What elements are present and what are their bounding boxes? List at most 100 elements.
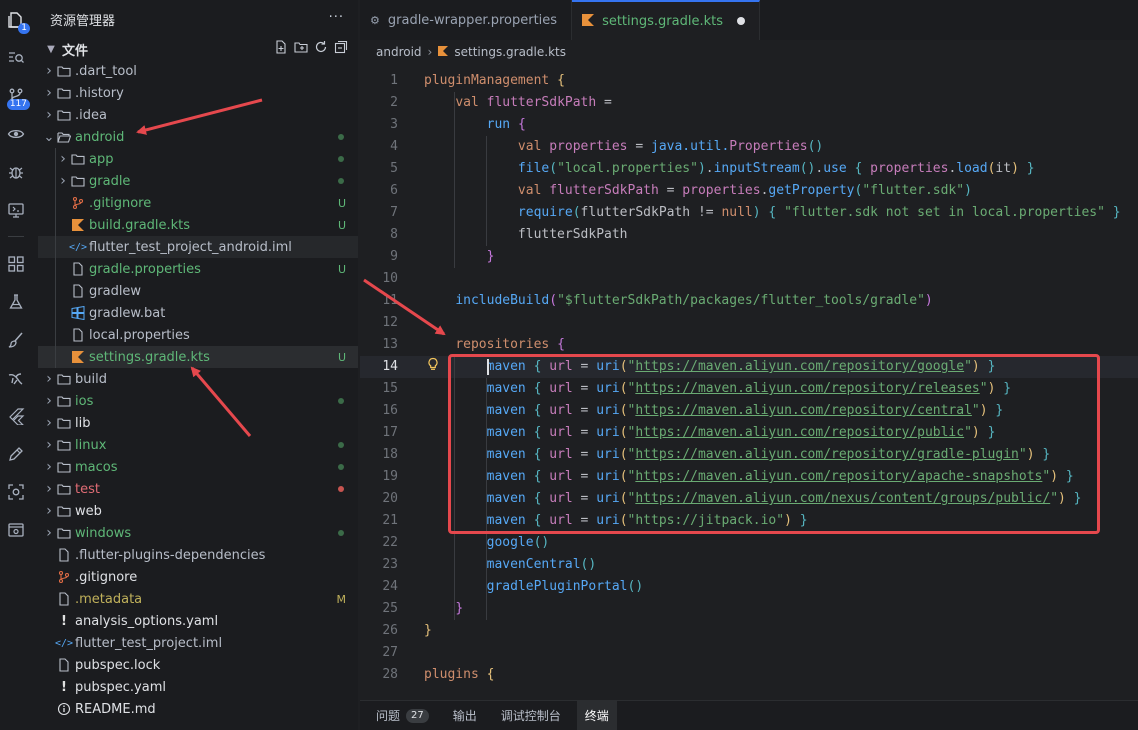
code-line[interactable]: 4 val properties = java.util.Properties(… <box>360 136 1138 158</box>
eye-icon[interactable] <box>0 118 32 150</box>
debug-icon[interactable] <box>0 156 32 188</box>
testing-icon[interactable] <box>0 286 32 318</box>
tree-folder-android[interactable]: ⌄ android <box>38 126 358 148</box>
new-file-icon[interactable] <box>274 40 288 54</box>
preview-icon[interactable] <box>0 514 32 546</box>
code-line[interactable]: 22 google() <box>360 532 1138 554</box>
source-control-icon[interactable]: 117 <box>0 80 32 112</box>
tree-file-gradlew[interactable]: gradlew <box>38 280 358 302</box>
code-line[interactable]: 2 val flutterSdkPath = <box>360 92 1138 114</box>
code-line[interactable]: 11 includeBuild("$flutterSdkPath/package… <box>360 290 1138 312</box>
search-icon[interactable] <box>0 42 32 74</box>
code-line[interactable]: 25 } <box>360 598 1138 620</box>
chevron-right-icon[interactable]: › <box>56 151 70 167</box>
chevron-right-icon[interactable]: › <box>42 85 56 101</box>
tree-file-analysis-options-yaml[interactable]: ! analysis_options.yaml <box>38 610 358 632</box>
tree-file-pubspec-yaml[interactable]: ! pubspec.yaml <box>38 676 358 698</box>
pen-icon[interactable] <box>0 438 32 470</box>
tree-file-flutter-test-project-iml[interactable]: </> flutter_test_project.iml <box>38 632 358 654</box>
code-line[interactable]: 28 plugins { <box>360 664 1138 686</box>
files-section-header[interactable]: ▼ 文件 <box>32 38 358 60</box>
chevron-down-icon[interactable]: ⌄ <box>42 130 56 145</box>
extensions-icon[interactable] <box>0 248 32 280</box>
tree-file-gitignore[interactable]: .gitignore <box>38 566 358 588</box>
code-line[interactable]: 9 } <box>360 246 1138 268</box>
breadcrumb-item[interactable]: settings.gradle.kts <box>454 45 566 59</box>
code-line[interactable]: 6 val flutterSdkPath = properties.getPro… <box>360 180 1138 202</box>
code-text: require(flutterSdkPath != null) { "flutt… <box>424 202 1121 224</box>
collapse-all-icon[interactable] <box>334 40 348 54</box>
tree-file-flutter-plugins-dependencies[interactable]: .flutter-plugins-dependencies <box>38 544 358 566</box>
chevron-right-icon[interactable]: › <box>42 437 56 453</box>
tree-folder-idea[interactable]: › .idea <box>38 104 358 126</box>
chevron-right-icon[interactable]: › <box>42 415 56 431</box>
breadcrumb-item[interactable]: android <box>376 45 422 59</box>
new-folder-icon[interactable] <box>294 40 308 54</box>
tab-terminal[interactable]: 终端 <box>576 700 617 730</box>
chevron-right-icon[interactable]: › <box>42 63 56 79</box>
tree-folder-ios[interactable]: › ios <box>38 390 358 412</box>
tree-folder-test[interactable]: › test <box>38 478 358 500</box>
code-token: require <box>517 205 573 220</box>
code-line[interactable]: 8 flutterSdkPath <box>360 224 1138 246</box>
code-line[interactable]: 5 file("local.properties").inputStream()… <box>360 158 1138 180</box>
tree-folder-linux[interactable]: › linux <box>38 434 358 456</box>
code-line[interactable]: 7 require(flutterSdkPath != null) { "flu… <box>360 202 1138 224</box>
lightbulb-icon[interactable] <box>426 357 440 371</box>
unsaved-dot-icon[interactable] <box>737 17 745 25</box>
chevron-right-icon[interactable]: › <box>42 393 56 409</box>
tree-folder-windows[interactable]: › windows <box>38 522 358 544</box>
code-line[interactable]: 12 <box>360 312 1138 334</box>
tree-file-gradlew-bat[interactable]: gradlew.bat <box>38 302 358 324</box>
tab-output[interactable]: 输出 <box>445 701 485 730</box>
more-actions-icon[interactable]: ··· <box>329 10 344 25</box>
tab-problems[interactable]: 问题 27 <box>368 701 437 730</box>
tree-file-readme-md[interactable]: README.md <box>38 698 358 720</box>
tree-file-gitignore[interactable]: .gitignore U <box>38 192 358 214</box>
tab-settings-gradle-kts[interactable]: settings.gradle.kts <box>572 0 760 40</box>
remote-explorer-icon[interactable] <box>0 194 32 226</box>
tree-file-settings-gradle-kts[interactable]: settings.gradle.kts U <box>38 346 358 368</box>
tree-file-gradle-properties[interactable]: gradle.properties U <box>38 258 358 280</box>
tree-item-label: gradlew <box>89 283 142 299</box>
tree-folder-build[interactable]: › build <box>38 368 358 390</box>
tree-folder-history[interactable]: › .history <box>38 82 358 104</box>
code-line[interactable]: 1 pluginManagement { <box>360 70 1138 92</box>
code-line[interactable]: 23 mavenCentral() <box>360 554 1138 576</box>
tree-folder-macos[interactable]: › macos <box>38 456 358 478</box>
tree-file-pubspec-lock[interactable]: pubspec.lock <box>38 654 358 676</box>
chevron-right-icon[interactable]: › <box>42 525 56 541</box>
code-token: pluginManagement <box>424 73 550 88</box>
code-line[interactable]: 26} <box>360 620 1138 642</box>
flutter-icon[interactable] <box>0 400 32 432</box>
code-line[interactable]: 13 repositories { <box>360 334 1138 356</box>
chevron-right-icon[interactable]: › <box>42 481 56 497</box>
code-line[interactable]: 10 <box>360 268 1138 290</box>
tree-file-build-gradle-kts[interactable]: build.gradle.kts U <box>38 214 358 236</box>
tree-file-local-properties[interactable]: local.properties <box>38 324 358 346</box>
code-token: flutterSdkPath <box>486 95 597 110</box>
chevron-right-icon[interactable]: › <box>42 503 56 519</box>
code-line[interactable]: 24 gradlePluginPortal() <box>360 576 1138 598</box>
kangaroo-icon[interactable] <box>0 362 32 394</box>
code-line[interactable]: 27 <box>360 642 1138 664</box>
tree-folder-gradle[interactable]: › gradle <box>38 170 358 192</box>
tree-folder-dart-tool[interactable]: › .dart_tool <box>38 60 358 82</box>
code-line[interactable]: 3 run { <box>360 114 1138 136</box>
scan-icon[interactable] <box>0 476 32 508</box>
tree-file-flutter-test-project-android-iml[interactable]: </> flutter_test_project_android.iml <box>38 236 358 258</box>
tree-folder-app[interactable]: › app <box>38 148 358 170</box>
refresh-icon[interactable] <box>314 40 328 54</box>
tree-folder-lib[interactable]: › lib <box>38 412 358 434</box>
chevron-right-icon[interactable]: › <box>42 371 56 387</box>
chevron-right-icon[interactable]: › <box>56 173 70 189</box>
tab-debug-console[interactable]: 调试控制台 <box>493 701 569 730</box>
brush-icon[interactable] <box>0 324 32 356</box>
chevron-right-icon[interactable]: › <box>42 459 56 475</box>
tab-gradle-wrapper-properties[interactable]: ⚙ gradle-wrapper.properties <box>360 0 573 40</box>
tree-folder-web[interactable]: › web <box>38 500 358 522</box>
explorer-icon[interactable]: 1 <box>0 4 32 36</box>
chevron-right-icon[interactable]: › <box>42 107 56 123</box>
tree-file-metadata[interactable]: .metadata M <box>38 588 358 610</box>
